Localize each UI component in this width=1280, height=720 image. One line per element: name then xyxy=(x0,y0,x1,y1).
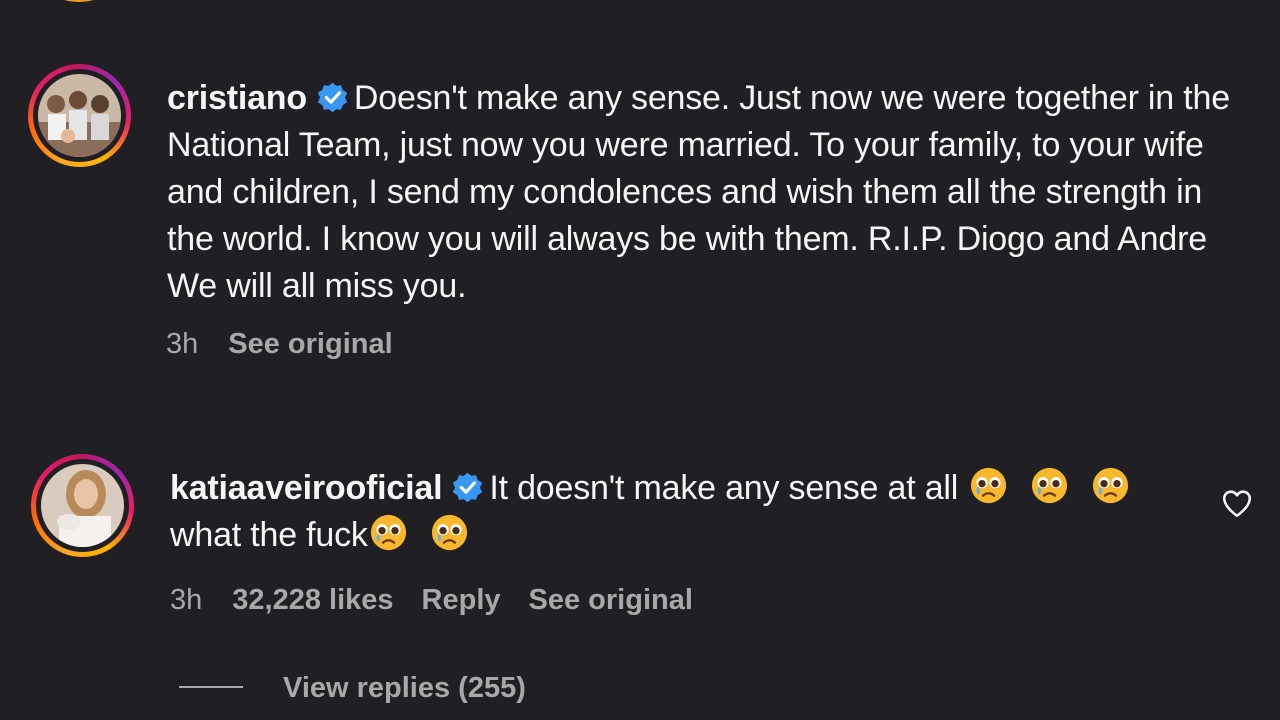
see-original-button[interactable]: See original xyxy=(529,584,693,616)
comment-text-block: cristiano Doesn't make any sense. Just no… xyxy=(167,75,1247,310)
replies-divider xyxy=(179,686,243,688)
likes-count[interactable]: 32,228 likes xyxy=(232,584,393,616)
username[interactable]: cristiano xyxy=(167,79,307,117)
verified-badge-icon xyxy=(317,82,348,113)
view-replies-button[interactable]: View replies (255) xyxy=(179,672,526,705)
comment-text-block: katiaaveirooficial It doesn't make any se… xyxy=(170,465,1210,559)
comment-body-part1: It doesn't make any sense at all xyxy=(489,469,959,507)
view-replies-label: View replies (255) xyxy=(283,672,526,704)
reply-button[interactable]: Reply xyxy=(422,584,501,616)
avatar[interactable] xyxy=(28,64,131,167)
comment-body-part2: what the fuck xyxy=(170,516,368,554)
comment-meta: 3h See original xyxy=(166,328,421,361)
avatar[interactable] xyxy=(31,454,134,557)
previous-avatar-edge xyxy=(46,0,112,2)
like-heart-icon[interactable] xyxy=(1220,486,1254,520)
comment-meta: 3h 32,228 likes Reply See original xyxy=(170,584,721,617)
see-original-button[interactable]: See original xyxy=(228,328,392,360)
timestamp: 3h xyxy=(166,328,199,360)
pleading-face-icon xyxy=(370,514,406,551)
pleading-face-icon xyxy=(1032,467,1068,504)
pleading-face-icon xyxy=(431,514,467,551)
pleading-face-icon xyxy=(1093,467,1129,504)
pleading-face-icon xyxy=(971,467,1007,504)
timestamp: 3h xyxy=(170,584,203,616)
verified-badge-icon xyxy=(453,472,483,503)
username[interactable]: katiaaveirooficial xyxy=(170,469,443,507)
